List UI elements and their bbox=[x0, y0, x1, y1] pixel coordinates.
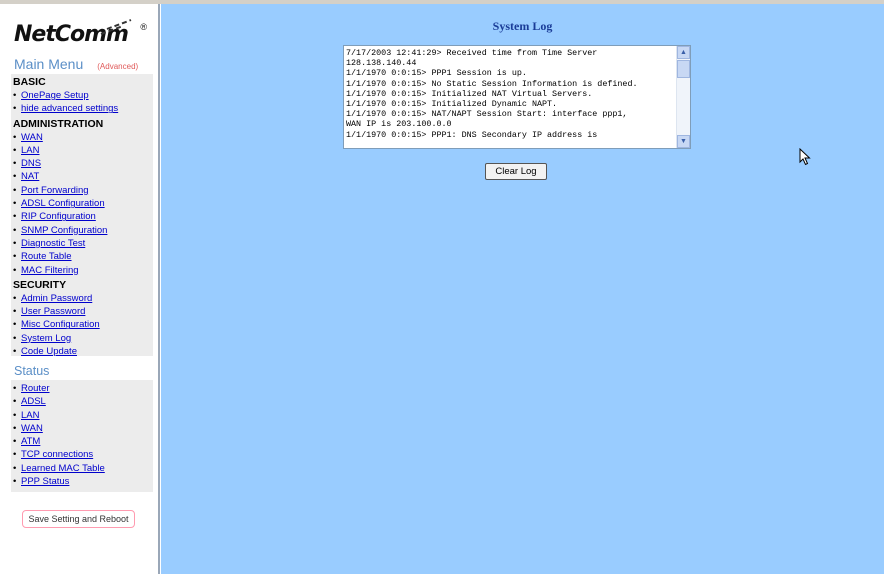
netcomm-logo: NetComm ® bbox=[12, 19, 147, 48]
section-heading-administration: ADMINISTRATION bbox=[13, 117, 104, 130]
section-heading-security: SECURITY bbox=[13, 278, 67, 291]
list-item: • TCP connections bbox=[13, 449, 94, 461]
link-nat[interactable]: NAT bbox=[21, 171, 39, 182]
log-line: 1/1/1970 0:0:15> Initialized NAT Virtual… bbox=[346, 88, 593, 99]
link-snmp-configuration[interactable]: SNMP Configuration bbox=[21, 225, 107, 236]
link-rip-configuration[interactable]: RIP Configuration bbox=[21, 211, 96, 222]
main-content: System Log 7/17/2003 12:41:29> Received … bbox=[161, 4, 884, 574]
status-links: • Router • ADSL • LAN • WAN • ATM • TCP connec… bbox=[13, 382, 153, 488]
main-menu-title: Main Menu (Advanced) bbox=[14, 56, 138, 72]
scroll-thumb[interactable] bbox=[677, 60, 690, 78]
log-line: 1/1/1970 0:0:15> PPP1 Session is up. bbox=[346, 68, 527, 79]
link-status-atm[interactable]: ATM bbox=[21, 436, 40, 447]
list-item: • Learned MAC Table bbox=[13, 462, 105, 474]
list-item: • PPP Status bbox=[13, 476, 70, 488]
list-item: • Port Forwarding bbox=[13, 184, 89, 196]
system-log-textarea[interactable]: 7/17/2003 12:41:29> Received time from T… bbox=[343, 45, 691, 149]
link-dns[interactable]: DNS bbox=[21, 158, 41, 169]
clear-log-button[interactable]: Clear Log bbox=[485, 163, 547, 180]
link-hide-advanced-settings[interactable]: hide advanced settings bbox=[21, 103, 118, 114]
link-system-log[interactable]: System Log bbox=[21, 333, 71, 344]
list-item: • LAN bbox=[13, 409, 40, 421]
status-menu-box: • Router • ADSL • LAN • WAN • ATM • TCP connec… bbox=[11, 380, 153, 492]
browser-content: NetComm ® Main Menu (Advanced) BASIC • One… bbox=[0, 0, 884, 574]
link-status-lan[interactable]: LAN bbox=[21, 410, 39, 421]
log-line: 7/17/2003 12:41:29> Received time from T… bbox=[346, 48, 598, 58]
log-scrollbar[interactable]: ▲ ▼ bbox=[676, 46, 690, 148]
list-item: • Router bbox=[13, 383, 50, 394]
link-onepage-setup[interactable]: OnePage Setup bbox=[21, 90, 89, 101]
link-status-wan[interactable]: WAN bbox=[21, 423, 43, 434]
link-mac-filtering[interactable]: MAC Filtering bbox=[21, 265, 79, 276]
save-setting-and-reboot-button[interactable]: Save Setting and Reboot bbox=[22, 510, 135, 528]
link-wan[interactable]: WAN bbox=[21, 132, 43, 143]
sidebar: NetComm ® Main Menu (Advanced) BASIC • One… bbox=[4, 4, 160, 574]
link-route-table[interactable]: Route Table bbox=[21, 251, 72, 262]
mouse-pointer-icon bbox=[799, 148, 811, 166]
list-item: • Admin Password bbox=[13, 292, 93, 304]
list-item: • ADSL bbox=[13, 396, 46, 408]
list-item: • hide advanced settings bbox=[13, 103, 119, 115]
log-text: 7/17/2003 12:41:29> Received time from T… bbox=[344, 46, 678, 148]
registered-mark: ® bbox=[140, 22, 147, 32]
list-item: • NAT bbox=[13, 171, 40, 183]
link-status-learned-mac-table[interactable]: Learned MAC Table bbox=[21, 463, 105, 474]
log-line: WAN IP is 203.100.0.0 bbox=[346, 119, 452, 130]
link-port-forwarding[interactable]: Port Forwarding bbox=[21, 185, 89, 196]
advanced-badge: (Advanced) bbox=[97, 62, 139, 71]
page-title: System Log bbox=[492, 19, 553, 33]
list-item: • Misc Configuration bbox=[13, 319, 100, 331]
main-menu-label: Main Menu bbox=[14, 56, 84, 72]
link-adsl-configuration[interactable]: ADSL Configuration bbox=[21, 198, 105, 209]
link-code-update[interactable]: Code Update bbox=[21, 346, 77, 357]
section-heading-basic: BASIC bbox=[13, 76, 46, 88]
list-item: • WAN bbox=[13, 131, 43, 143]
list-item: • Code Update bbox=[13, 346, 77, 358]
main-menu-box: BASIC • OnePage Setup • hide advanced sett… bbox=[11, 74, 153, 358]
list-item: • SNMP Configuration bbox=[13, 224, 108, 236]
link-status-router[interactable]: Router bbox=[21, 383, 50, 394]
logo-swoosh-icon bbox=[100, 19, 132, 35]
list-item: • RIP Configuration bbox=[13, 211, 96, 223]
list-item: • System Log bbox=[13, 332, 72, 344]
log-line: 1/1/1970 0:0:15> NAT/NAPT Session Start:… bbox=[346, 109, 628, 120]
security-links: • Admin Password • User Password • Misc Con… bbox=[13, 292, 153, 358]
log-line: 1/1/1970 0:0:15> Initialized Dynamic NAP… bbox=[346, 99, 558, 110]
link-lan[interactable]: LAN bbox=[21, 145, 39, 156]
list-item: • ATM bbox=[13, 436, 41, 448]
link-status-adsl[interactable]: ADSL bbox=[21, 396, 46, 407]
status-title: Status bbox=[14, 364, 50, 378]
list-item: • Diagnostic Test bbox=[13, 237, 86, 249]
list-item: • Route Table bbox=[13, 251, 72, 263]
log-line: 1/1/1970 0:0:15> PPP1: DNS Secondary IP … bbox=[346, 129, 598, 140]
log-line: 1/1/1970 0:0:15> No Static Session Infor… bbox=[346, 78, 638, 89]
link-status-ppp-status[interactable]: PPP Status bbox=[21, 476, 69, 487]
link-admin-password[interactable]: Admin Password bbox=[21, 293, 92, 304]
scroll-up-icon[interactable]: ▲ bbox=[677, 46, 690, 59]
link-misc-configuration[interactable]: Misc Configuration bbox=[21, 319, 100, 330]
link-status-tcp-connections[interactable]: TCP connections bbox=[21, 449, 93, 460]
list-item: • OnePage Setup bbox=[13, 90, 89, 101]
list-item: • DNS bbox=[13, 158, 42, 170]
link-user-password[interactable]: User Password bbox=[21, 306, 85, 317]
list-item: • ADSL Configuration bbox=[13, 198, 105, 210]
list-item: • WAN bbox=[13, 422, 43, 434]
scroll-down-icon[interactable]: ▼ bbox=[677, 135, 690, 148]
list-item: • User Password bbox=[13, 306, 86, 318]
list-item: • LAN bbox=[13, 144, 40, 156]
basic-links: • OnePage Setup • hide advanced settings bbox=[13, 89, 153, 116]
administration-links: • WAN • LAN • DNS • NAT • Port Forwarding • AD… bbox=[13, 131, 153, 277]
list-item: • MAC Filtering bbox=[13, 264, 79, 276]
log-line: 128.138.140.44 bbox=[346, 58, 417, 69]
link-diagnostic-test[interactable]: Diagnostic Test bbox=[21, 238, 85, 249]
